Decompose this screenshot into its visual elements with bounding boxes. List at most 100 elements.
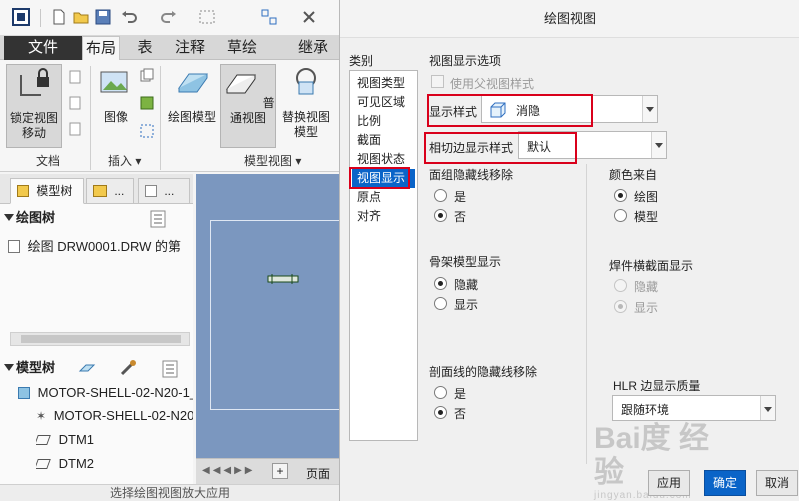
image-label: 图像 (103, 110, 128, 124)
ok-button[interactable]: 确定 (704, 470, 746, 496)
color-from-label: 颜色来自 (609, 168, 658, 182)
model-tree-item[interactable]: ✶ MOTOR-SHELL-02-N20 (36, 405, 193, 427)
lock-view-move-label: 锁定视图移动 (9, 111, 58, 140)
image-icon (100, 71, 128, 93)
skeleton-hide-label: 隐藏 (454, 278, 479, 292)
color-from-model-label: 模型 (634, 210, 659, 224)
tab-file[interactable]: 文件 (4, 36, 82, 60)
add-page-button[interactable]: + (272, 463, 288, 479)
model-tree-tab-icon (17, 185, 29, 197)
weld-hide-label: 隐藏 (634, 280, 659, 294)
group-separator (90, 66, 91, 170)
skeleton-show-radio[interactable] (434, 297, 447, 310)
page-nav-arrows[interactable]: ◀◀◀▶▶ (202, 465, 255, 476)
category-scale[interactable]: 比例 (352, 112, 415, 131)
chevron-down-icon[interactable] (760, 396, 775, 420)
page-tab[interactable]: 页面 (306, 465, 330, 482)
drawing-view-geometry[interactable] (266, 272, 302, 286)
object-small-icon[interactable] (140, 124, 154, 138)
tab-folder-browser[interactable]: ... (86, 178, 134, 204)
xhatch-hidden-label: 剖面线的隐藏线移除 (429, 365, 538, 379)
tab-favorites-label: ... (164, 184, 175, 198)
tab-model-tree[interactable]: 模型树 (10, 178, 84, 204)
page-navigation-bar: ◀◀◀▶▶ + 页面 (196, 458, 340, 484)
general-view-icon (226, 74, 257, 94)
replace-view-model-button[interactable]: 替换视图模型 (278, 64, 334, 140)
save-icon[interactable] (94, 8, 112, 26)
navigator-tabs: 模型树 ... ... (0, 174, 193, 204)
drawing-model-button[interactable]: 绘图模型 (166, 64, 218, 125)
tab-annotate[interactable]: 注释 (170, 36, 210, 60)
part-icon (18, 387, 30, 399)
hlr-quality-select[interactable]: 跟随环境 (612, 395, 776, 421)
face-group-yes-label: 是 (454, 190, 467, 204)
model-tree-item[interactable]: DTM1 (36, 429, 193, 451)
close-window-icon[interactable] (300, 8, 318, 26)
xhatch-yes-radio[interactable] (434, 386, 447, 399)
weld-hide-radio[interactable] (614, 279, 627, 292)
drawing-view-dialog: 绘图视图 类别 视图类型 可见区域 比例 截面 视图状态 视图显示 原点 对齐 … (339, 0, 799, 501)
chevron-down-icon[interactable] (642, 96, 657, 122)
drawing-canvas[interactable] (196, 174, 340, 458)
model-tree-item[interactable]: MOTOR-SHELL-02-N20-1_ (18, 382, 193, 404)
status-bar: 选择绘图视图放大应用 (0, 484, 340, 501)
category-visible-area[interactable]: 可见区域 (352, 93, 415, 112)
lock-view-move-button[interactable]: 锁定视图移动 (6, 64, 62, 148)
category-label: 类别 (349, 54, 374, 68)
image-button[interactable]: 图像 (96, 64, 136, 125)
app-menu-icon[interactable] (12, 8, 30, 26)
apply-button[interactable]: 应用 (648, 470, 690, 496)
redo-icon[interactable] (160, 8, 178, 26)
page-small-icon[interactable] (68, 122, 82, 136)
chevron-down-icon[interactable] (651, 132, 666, 158)
category-view-type[interactable]: 视图类型 (352, 74, 415, 93)
category-alignment[interactable]: 对齐 (352, 207, 415, 226)
collapse-triangle-icon[interactable] (4, 214, 14, 221)
group-insert-text: 插入 (108, 154, 133, 168)
tree-settings-icon[interactable] (150, 210, 166, 228)
undo-icon[interactable] (120, 8, 138, 26)
dialog-title: 绘图视图 (340, 0, 799, 38)
group-insert-label: 插入 ▾ (108, 154, 142, 168)
drawing-tree-item[interactable]: 绘图 DRW0001.DRW 的第 (8, 236, 192, 258)
tab-model-tree-label: 模型树 (36, 184, 73, 198)
tab-favorites[interactable]: ... (138, 178, 190, 204)
group-model-view-label: 模型视图 ▾ (244, 154, 302, 168)
tab-sketch[interactable]: 草绘 (220, 36, 264, 60)
face-group-yes-radio[interactable] (434, 189, 447, 202)
category-section[interactable]: 截面 (352, 131, 415, 150)
tab-layout[interactable]: 布局 (82, 36, 120, 60)
new-file-icon[interactable] (50, 8, 68, 26)
select-box-icon[interactable] (198, 8, 216, 26)
folder-tab-icon (93, 185, 107, 197)
general-view-button[interactable]: 普通视图 (220, 64, 276, 148)
open-folder-icon[interactable] (72, 8, 90, 26)
model-tree-item[interactable]: DTM2 (36, 453, 193, 475)
skeleton-hide-radio[interactable] (434, 277, 447, 290)
scrollbar-thumb[interactable] (21, 335, 181, 343)
sheet-small-icon[interactable] (68, 96, 82, 110)
regenerate-icon[interactable] (260, 8, 278, 26)
color-from-model-radio[interactable] (614, 209, 627, 222)
display-style-icon[interactable] (78, 362, 96, 376)
document-small-icon[interactable] (68, 70, 82, 84)
model-tree-item-label: MOTOR-SHELL-02-N20 (53, 408, 193, 423)
drawing-tree-item-label: 绘图 DRW0001.DRW 的第 (27, 239, 182, 254)
color-from-drawing-radio[interactable] (614, 189, 627, 202)
tab-inherit-migrate[interactable]: 继承迁 (298, 36, 340, 60)
picture-small-icon[interactable] (140, 96, 154, 110)
xhatch-no-radio[interactable] (434, 406, 447, 419)
face-group-no-radio[interactable] (434, 209, 447, 222)
category-origin[interactable]: 原点 (352, 188, 415, 207)
collapse-triangle-icon[interactable] (4, 364, 14, 371)
tree-settings-icon[interactable] (162, 360, 178, 378)
weld-show-radio[interactable] (614, 300, 627, 313)
tools-icon[interactable] (118, 358, 138, 378)
use-parent-style-checkbox[interactable] (431, 75, 444, 88)
tab-table[interactable]: 表 (128, 36, 162, 60)
replace-view-model-label: 替换视图模型 (281, 110, 330, 139)
replace-view-icon (296, 68, 316, 95)
drawing-tree-scrollbar[interactable] (10, 332, 190, 346)
copy-small-icon[interactable] (140, 68, 154, 82)
cancel-button[interactable]: 取消 (756, 470, 798, 496)
